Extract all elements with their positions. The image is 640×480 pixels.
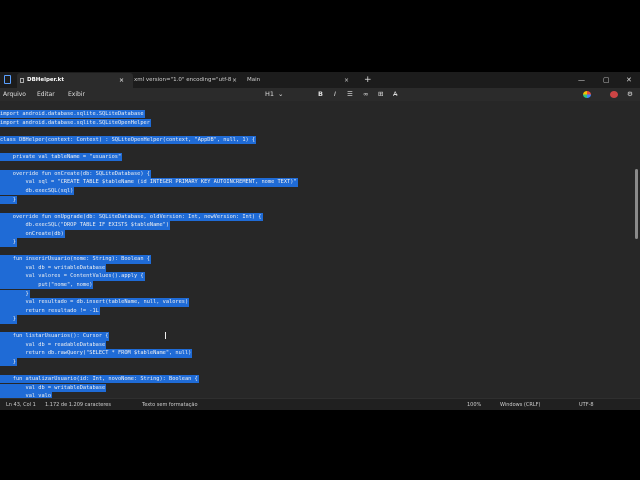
code-line[interactable]: fun listarUsuarios(): Cursor { [0,322,110,341]
code-line[interactable]: import android.database.sqlite.SQLiteOpe… [0,109,151,127]
code-line[interactable]: } [0,228,17,247]
menu-editar[interactable]: Editar [37,88,55,101]
code-line[interactable]: return resultado != -1L [0,297,100,316]
text-editor[interactable]: import android.database.sqlite.SQLiteDat… [0,101,640,398]
title-bar: DBHelper.kt × xml version="1.0" encoding… [0,72,640,88]
code-line[interactable]: val db = writableDatabase [0,254,107,273]
list-icon[interactable]: ☰ [347,88,353,101]
code-line[interactable]: } [0,348,17,367]
code-line[interactable]: override fun onCreate(db: SQLiteDatabase… [0,160,151,179]
clear-format-icon[interactable]: A̶ [393,88,397,101]
mouse-cursor [165,332,166,339]
text-format[interactable]: Texto sem formatação [142,399,198,410]
new-tab-button[interactable]: + [364,73,372,87]
code-line[interactable]: override fun onUpgrade(db: SQLiteDatabas… [0,203,263,221]
notepad-app-icon [4,75,11,84]
cursor-position: Ln 43, Col 1 [6,402,36,408]
zoom-level[interactable]: 100% [467,399,481,410]
tab-label: xml version="1.0" encoding="utf-8 [134,77,232,83]
menu-arquivo[interactable]: Arquivo [3,88,26,101]
maximize-icon[interactable]: ▢ [603,73,610,87]
encoding[interactable]: UTF-8 [579,399,594,410]
tab-dbhelper[interactable]: DBHelper.kt × [17,73,133,88]
code-line[interactable] [0,134,5,142]
heading-dropdown[interactable]: H1 [265,88,274,101]
selected-text: return db.rawQuery("SELECT * FROM $table… [0,349,193,358]
copilot-icon[interactable] [583,91,591,98]
table-icon[interactable]: ⊞ [378,88,383,101]
code-line[interactable]: } [0,280,30,298]
code-line[interactable]: val valo [0,382,53,398]
code-line[interactable] [0,314,5,322]
code-line[interactable] [0,357,5,365]
tab-xml[interactable]: xml version="1.0" encoding="utf-8 × [124,73,240,88]
minimize-icon[interactable]: — [578,73,585,87]
vertical-scrollbar[interactable] [635,169,638,239]
code-line[interactable]: val valores = ContentValues().apply { [0,262,145,281]
code-line[interactable]: class DBHelper(context: Context) : SQLit… [0,126,257,145]
code-line[interactable]: db.execSQL(sql) [0,177,75,196]
file-icon [20,78,24,83]
code-line[interactable]: val db = writableDatabase [0,374,107,392]
bold-button[interactable]: B [318,88,323,101]
code-line[interactable]: fun inserirUsuario(nome: String): Boolea… [0,245,151,264]
link-icon[interactable]: ∞ [363,88,368,101]
code-line[interactable]: put("nome", nome) [0,271,94,290]
code-line[interactable]: } [0,186,17,204]
tab-main[interactable]: Main × [237,73,355,88]
code-line[interactable]: fun atualizarUsuario(id: Int, novoNome: … [0,365,199,384]
menu-bar: Arquivo Editar Exibir H1 ⌄ B I ☰ ∞ ⊞ A̶ … [0,88,640,101]
tab-label: Main [247,77,261,83]
code-line[interactable]: } [0,305,17,324]
gear-icon[interactable]: ⚙ [627,88,633,101]
tab-label: DBHelper.kt [27,77,64,83]
code-line[interactable]: return db.rawQuery("SELECT * FROM $table… [0,339,193,358]
line-ending[interactable]: Windows (CRLF) [500,399,540,410]
code-line[interactable]: import android.database.sqlite.SQLiteDat… [0,101,145,119]
italic-button[interactable]: I [334,88,336,101]
code-line[interactable] [0,117,5,125]
code-line[interactable] [0,237,5,245]
code-line[interactable]: val sql = "CREATE TABLE $tableName (id I… [0,168,298,187]
menu-exibir[interactable]: Exibir [68,88,85,101]
code-line[interactable]: val resultado = db.insert(tableName, nul… [0,288,190,307]
character-count: 1.172 de 1.209 caracteres [45,402,111,408]
status-bar: Ln 43, Col 1 1.172 de 1.209 caracteres T… [0,398,640,410]
avatar[interactable] [610,91,618,98]
code-line[interactable]: db.execSQL("DROP TABLE IF EXISTS $tableN… [0,211,171,230]
code-line[interactable]: val db = readableDatabase [0,331,107,350]
close-icon[interactable]: ✕ [626,73,632,87]
code-line[interactable] [0,151,5,159]
code-line[interactable]: onCreate(db) [0,220,65,239]
code-line[interactable] [0,194,5,202]
notepad-window: DBHelper.kt × xml version="1.0" encoding… [0,72,640,410]
tab-close-icon[interactable]: × [344,73,349,88]
chevron-down-icon[interactable]: ⌄ [278,88,283,101]
code-line[interactable]: private val tableName = "usuarios" [0,143,123,162]
